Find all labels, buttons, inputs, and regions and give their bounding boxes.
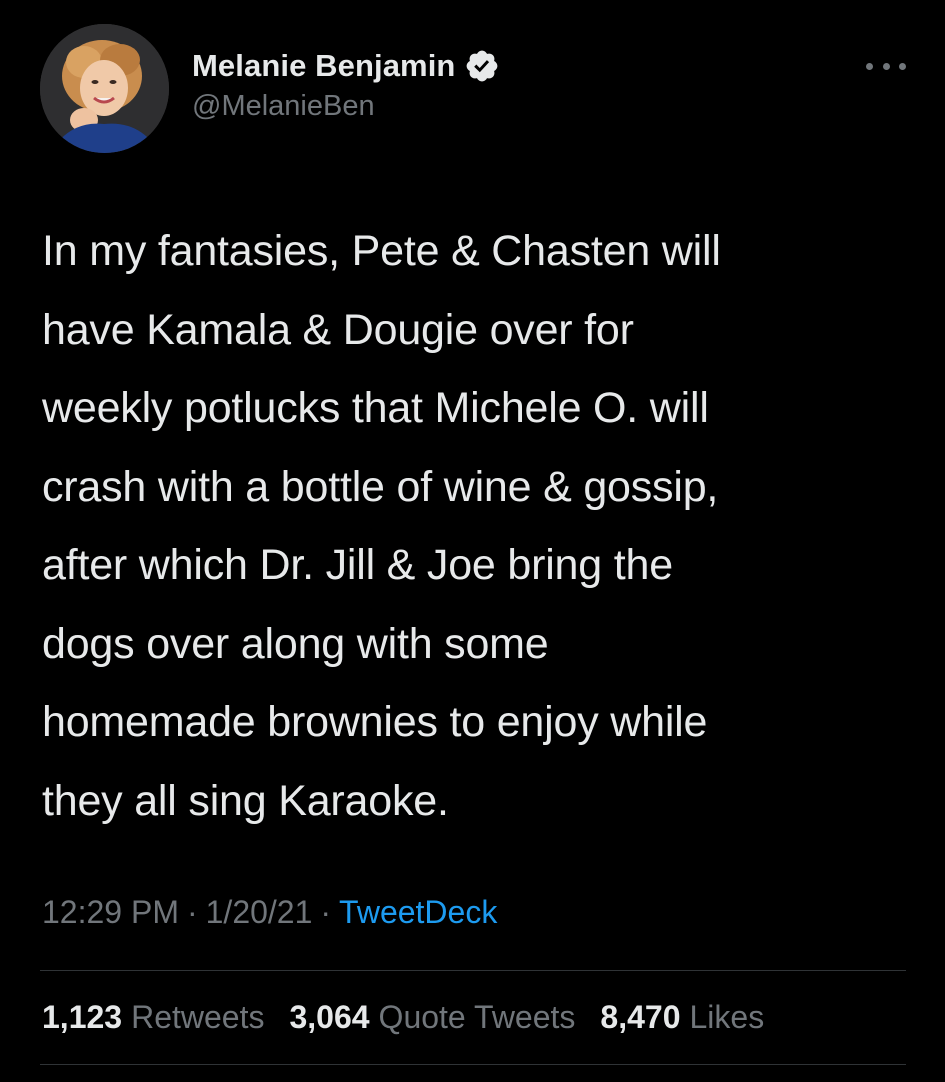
more-options-icon[interactable]: [866, 56, 906, 76]
divider: [40, 1064, 906, 1065]
tweet-text-line: In my fantasies, Pete & Chasten will: [42, 227, 721, 275]
tweet-text-line: crash with a bottle of wine & gossip,: [42, 462, 719, 511]
more-dot: [899, 62, 906, 70]
tweet: Melanie Benjamin @MelanieBen In my fanta…: [0, 0, 945, 1082]
retweets-stat[interactable]: 1,123 Retweets: [42, 999, 264, 1036]
tweet-text-line: they all sing Karaoke.: [42, 776, 449, 825]
tweet-meta: 12:29 PM · 1/20/21 · TweetDeck: [42, 894, 497, 931]
tweet-text: In my fantasies, Pete & Chasten will hav…: [42, 212, 922, 840]
meta-separator: ·: [186, 894, 198, 930]
quote-tweets-count: 3,064: [289, 999, 370, 1035]
likes-label: Likes: [689, 999, 765, 1035]
tweet-text-line: homemade brownies to enjoy while: [42, 698, 708, 746]
tweet-date[interactable]: 1/20/21: [206, 894, 313, 930]
tweet-author: Melanie Benjamin @MelanieBen: [192, 44, 500, 123]
tweet-time[interactable]: 12:29 PM: [42, 894, 179, 930]
more-dot: [866, 62, 873, 70]
tweet-text-line: weekly potlucks that Michele O. will: [42, 384, 709, 432]
avatar-photo: [40, 24, 169, 153]
tweet-stats: 1,123 Retweets 3,064 Quote Tweets 8,470 Lik…: [42, 999, 764, 1036]
tweet-text-line: have Kamala & Dougie over for: [42, 305, 634, 354]
more-dot: [882, 62, 890, 70]
likes-count: 8,470: [600, 999, 681, 1035]
retweets-count: 1,123: [42, 999, 123, 1035]
name-row: Melanie Benjamin: [192, 44, 500, 88]
author-display-name[interactable]: Melanie Benjamin: [192, 48, 455, 84]
retweets-label: Retweets: [131, 999, 265, 1035]
tweet-text-line: after which Dr. Jill & Joe bring the: [42, 541, 673, 589]
tweet-source-link[interactable]: TweetDeck: [339, 894, 497, 930]
author-handle[interactable]: @MelanieBen: [192, 90, 500, 123]
divider: [40, 970, 906, 971]
avatar[interactable]: [40, 24, 169, 153]
verified-badge-icon: [464, 48, 500, 84]
likes-stat[interactable]: 8,470 Likes: [600, 999, 764, 1036]
quote-tweets-label: Quote Tweets: [378, 999, 576, 1035]
meta-separator: ·: [320, 894, 332, 930]
tweet-text-line: dogs over along with some: [42, 619, 549, 668]
quote-tweets-stat[interactable]: 3,064 Quote Tweets: [289, 999, 575, 1036]
